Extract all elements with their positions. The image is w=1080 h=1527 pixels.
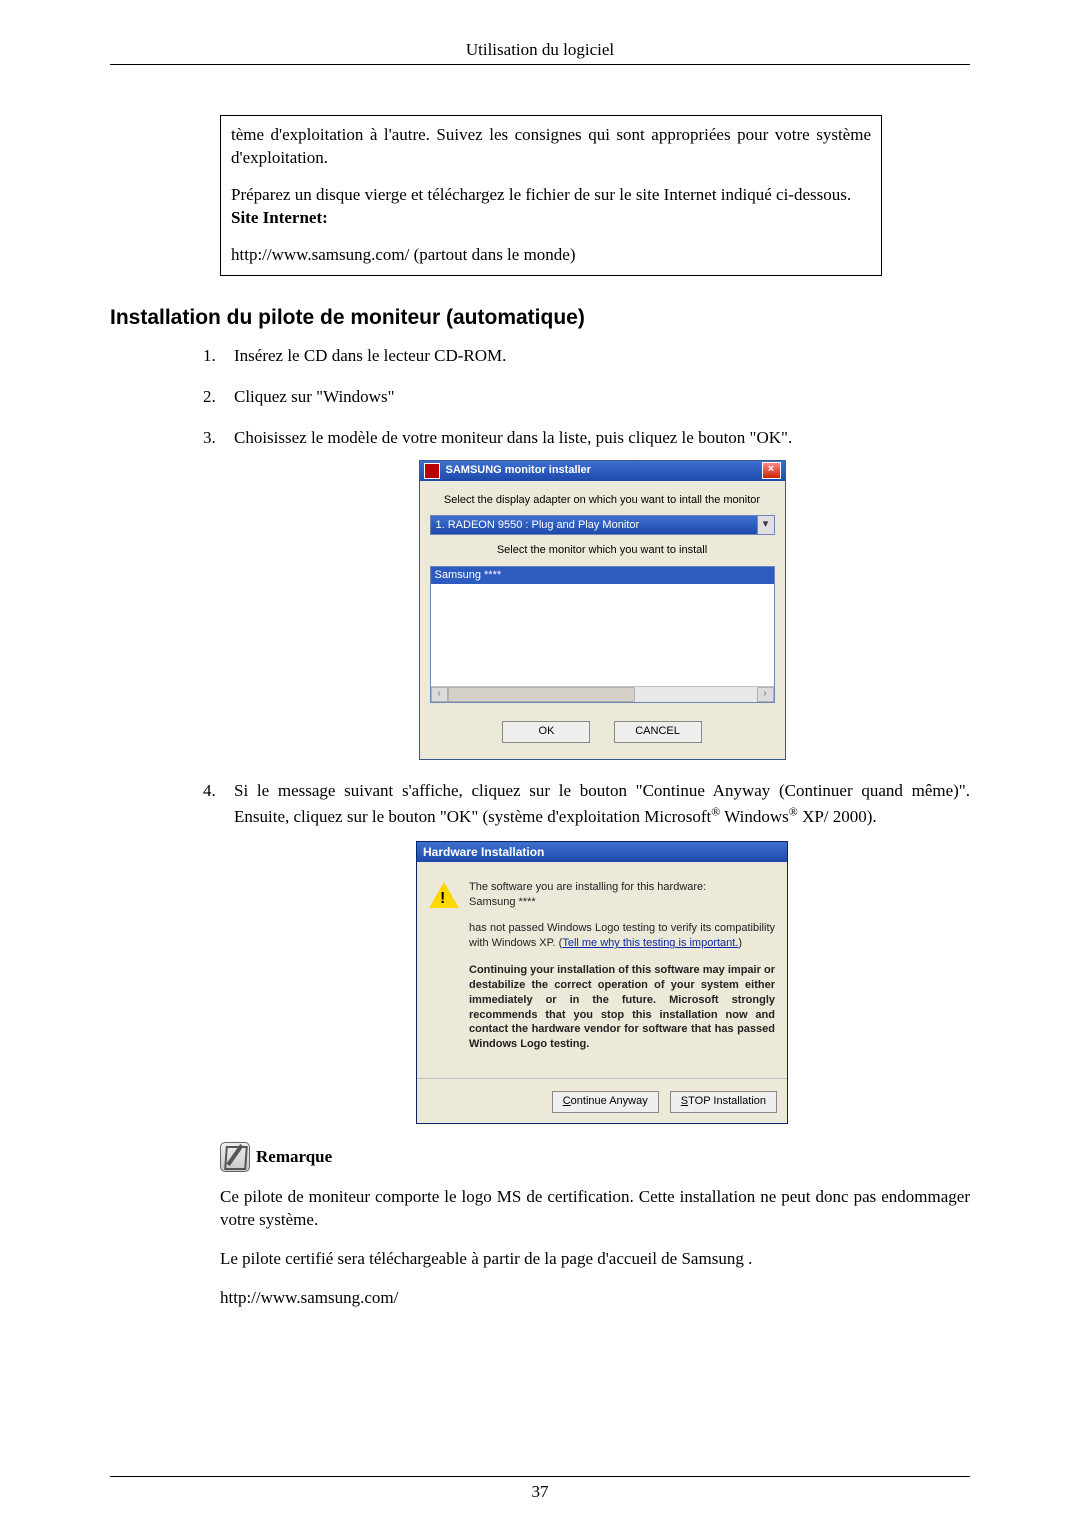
- warning-icon: [429, 882, 459, 1064]
- note-body: Ce pilote de moniteur comporte le logo M…: [220, 1186, 970, 1310]
- installer-title-text: SAMSUNG monitor installer: [446, 463, 762, 478]
- info-box-site-label: Site Internet:: [231, 208, 328, 227]
- scroll-right-button[interactable]: ›: [757, 687, 774, 702]
- hw-warning-bold: Continuing your installation of this sof…: [469, 963, 775, 1052]
- step-3: Choisissez le modèle de votre moniteur d…: [220, 427, 970, 761]
- cancel-button[interactable]: CANCEL: [614, 721, 702, 743]
- scroll-thumb[interactable]: [448, 687, 635, 702]
- step-2: Cliquez sur "Windows": [220, 386, 970, 409]
- info-box-url: http://www.samsung.com/ (partout dans le…: [231, 244, 871, 267]
- monitor-listbox[interactable]: Samsung **** ‹ ›: [430, 566, 775, 703]
- stop-installation-button[interactable]: STOP InstallationSTOP Installation: [670, 1091, 777, 1113]
- note-p1: Ce pilote de moniteur comporte le logo M…: [220, 1186, 970, 1232]
- info-box: tème d'exploitation à l'autre. Suivez le…: [220, 115, 882, 276]
- hw-line3b: ): [738, 937, 742, 949]
- scroll-track[interactable]: [448, 687, 757, 702]
- note-row: Remarque: [220, 1142, 970, 1172]
- hw-device-name: Samsung ****: [469, 896, 536, 908]
- page-footer: 37: [110, 1476, 970, 1502]
- close-button[interactable]: ×: [762, 462, 781, 479]
- steps-list: Insérez le CD dans le lecteur CD-ROM. Cl…: [180, 345, 970, 1124]
- continue-anyway-button[interactable]: CContinue Anywayontinue Anyway: [552, 1091, 659, 1113]
- registered-mark-2: ®: [789, 804, 798, 818]
- note-icon: [220, 1142, 250, 1172]
- info-box-p1: tème d'exploitation à l'autre. Suivez le…: [231, 124, 871, 170]
- installer-body: Select the display adapter on which you …: [420, 481, 785, 760]
- monitor-list-item-selected[interactable]: Samsung ****: [431, 567, 774, 584]
- section-heading: Installation du pilote de moniteur (auto…: [110, 306, 970, 330]
- hw-line1: The software you are installing for this…: [469, 881, 706, 893]
- step-1: Insérez le CD dans le lecteur CD-ROM.: [220, 345, 970, 368]
- registered-mark-1: ®: [711, 804, 720, 818]
- hw-titlebar: Hardware Installation: [417, 842, 787, 862]
- note-p3: http://www.samsung.com/: [220, 1287, 970, 1310]
- hw-button-row: CContinue Anywayontinue Anyway STOP Inst…: [417, 1078, 787, 1123]
- step-4: Si le message suivant s'affiche, cliquez…: [220, 780, 970, 1124]
- scroll-left-button[interactable]: ‹: [431, 687, 448, 702]
- chevron-down-icon[interactable]: ▾: [757, 516, 774, 534]
- installer-titlebar: SAMSUNG monitor installer ×: [420, 461, 785, 481]
- hardware-install-dialog: Hardware Installation The software you a…: [416, 841, 788, 1124]
- horizontal-scrollbar[interactable]: ‹ ›: [431, 686, 774, 702]
- installer-label-monitor: Select the monitor which you want to ins…: [430, 543, 775, 558]
- page-header-title: Utilisation du logiciel: [110, 40, 970, 60]
- adapter-combobox-value: 1. RADEON 9550 : Plug and Play Monitor: [431, 518, 757, 533]
- installer-button-row: OK CANCEL: [430, 721, 775, 743]
- installer-window: SAMSUNG monitor installer × Select the d…: [419, 460, 786, 761]
- installer-label-adapter: Select the display adapter on which you …: [430, 493, 775, 508]
- adapter-combobox[interactable]: 1. RADEON 9550 : Plug and Play Monitor ▾: [430, 515, 775, 535]
- hw-body: The software you are installing for this…: [417, 862, 787, 1078]
- hw-text: The software you are installing for this…: [469, 880, 775, 1064]
- page-number: 37: [110, 1482, 970, 1502]
- step-4-text-b: Windows: [720, 807, 788, 826]
- hw-tell-me-why-link[interactable]: Tell me why this testing is important.: [562, 937, 738, 949]
- note-label: Remarque: [256, 1147, 332, 1167]
- info-box-p2a: Préparez un disque vierge et téléchargez…: [231, 185, 851, 204]
- note-p2: Le pilote certifié sera téléchargeable à…: [220, 1248, 970, 1271]
- step-4-text-c: XP/ 2000).: [798, 807, 877, 826]
- header-rule: [110, 64, 970, 65]
- installer-app-icon: [424, 463, 440, 479]
- ok-button[interactable]: OK: [502, 721, 590, 743]
- footer-rule: [110, 1476, 970, 1477]
- step-3-text: Choisissez le modèle de votre moniteur d…: [234, 428, 792, 447]
